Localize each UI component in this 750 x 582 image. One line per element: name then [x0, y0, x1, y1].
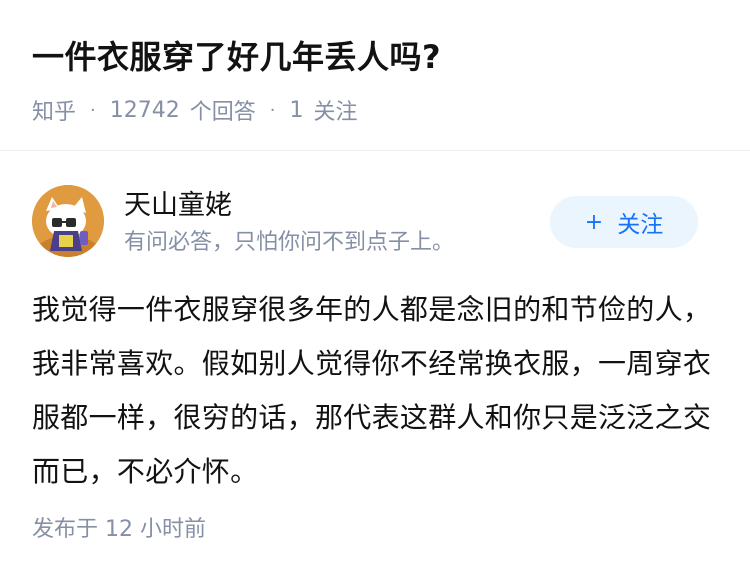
question-header: 一件衣服穿了好几年丢人吗? 知乎 · 12742 个回答 · 1 关注 [0, 0, 750, 151]
avatar[interactable] [32, 185, 104, 257]
answer-count: 12742 [109, 97, 180, 123]
follow-count-label: 关注 [313, 100, 358, 125]
question-meta: 知乎 · 12742 个回答 · 1 关注 [32, 93, 358, 127]
source-label[interactable]: 知乎 [32, 94, 76, 126]
separator-dot: · [269, 99, 276, 121]
author-info: 天山童姥 有问必答，只怕你问不到点子上。 + 关注 [32, 183, 718, 263]
question-title[interactable]: 一件衣服穿了好几年丢人吗? [32, 34, 441, 80]
publish-time: 发布于 12 小时前 [32, 517, 206, 542]
follow-button-label: 关注 [617, 212, 664, 238]
follow-button[interactable]: + 关注 [550, 196, 698, 248]
follow-count: 1 [289, 97, 304, 123]
avatar-image [32, 185, 104, 257]
author-bio: 有问必答，只怕你问不到点子上。 [124, 230, 455, 255]
separator-dot: · [90, 99, 96, 121]
plus-icon: + [584, 209, 604, 235]
answer-count-label: 个回答 [189, 100, 256, 125]
answer-page: 一件衣服穿了好几年丢人吗? 知乎 · 12742 个回答 · 1 关注 天山童姥… [0, 0, 750, 582]
answer-content[interactable]: 我觉得一件衣服穿很多年的人都是念旧的和节俭的人，我非常喜欢。假如别人觉得你不经常… [32, 283, 712, 499]
author-name[interactable]: 天山童姥 [124, 187, 232, 225]
